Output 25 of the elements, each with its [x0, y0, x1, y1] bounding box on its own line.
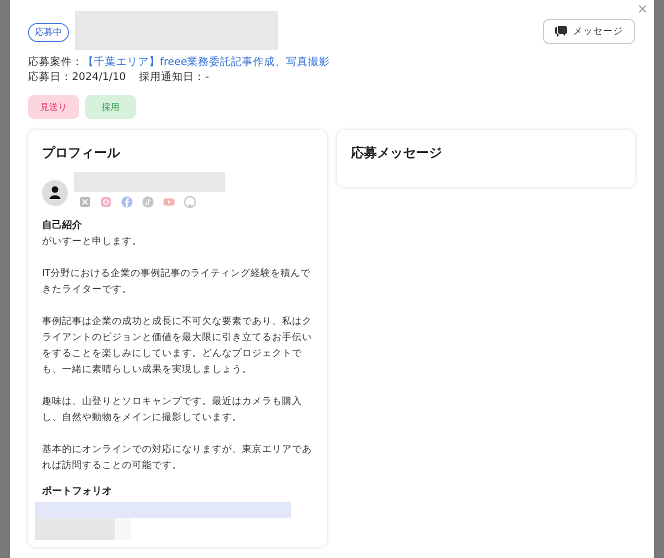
- message-button[interactable]: メッセージ: [543, 19, 635, 44]
- intro-paragraph: 基本的にオンラインでの対応になりますが、東京エリアであれば訪問することの可能です。: [42, 443, 313, 473]
- tiktok-icon[interactable]: [142, 196, 154, 208]
- section-heading: ポートフォリオ: [42, 485, 113, 498]
- intro-paragraph: 趣味は、山登りとソロキャンプです。最近はカメラも購入し、自然や動物をメインに撮影しています。: [42, 395, 303, 425]
- intro-paragraph: 事例記事は企業の成功と成長に不可欠な要素であり、私はクライアントのビジョンと価値を最大限に引き立てるお手伝いをすることを楽しみにしています。どんなプロジェクトでも、一緒に素晴らしい成果を実現しましょう。: [42, 315, 313, 377]
- job-link[interactable]: 【千葉エリア】freee業務委託記事作成、写真撮影: [83, 56, 330, 68]
- close-button[interactable]: ×: [637, 2, 648, 17]
- accept-button[interactable]: 採用: [85, 95, 136, 119]
- applied-date: 応募日：2024/1/10: [28, 71, 126, 83]
- intro-paragraph: がいすーと申します。: [42, 235, 143, 249]
- card-title: 応募メッセージ: [351, 144, 443, 162]
- chat-bubbles-icon: [555, 26, 567, 37]
- section-heading: 自己紹介: [42, 218, 83, 232]
- youtube-icon[interactable]: [163, 196, 175, 208]
- x-icon[interactable]: [79, 196, 91, 208]
- facebook-icon[interactable]: [121, 196, 133, 208]
- instagram-icon[interactable]: [100, 196, 112, 208]
- job-label: 応募案件：: [28, 56, 83, 68]
- reject-button[interactable]: 見送り: [28, 95, 79, 119]
- card-title: プロフィール: [42, 144, 122, 162]
- status-badge: 応募中: [28, 23, 69, 42]
- intro-paragraph: IT分野における企業の事例記事のライティング経験を積んできたライターです。: [42, 267, 312, 297]
- notification-date: 採用通知日：-: [139, 71, 209, 83]
- avatar-icon: [42, 180, 68, 206]
